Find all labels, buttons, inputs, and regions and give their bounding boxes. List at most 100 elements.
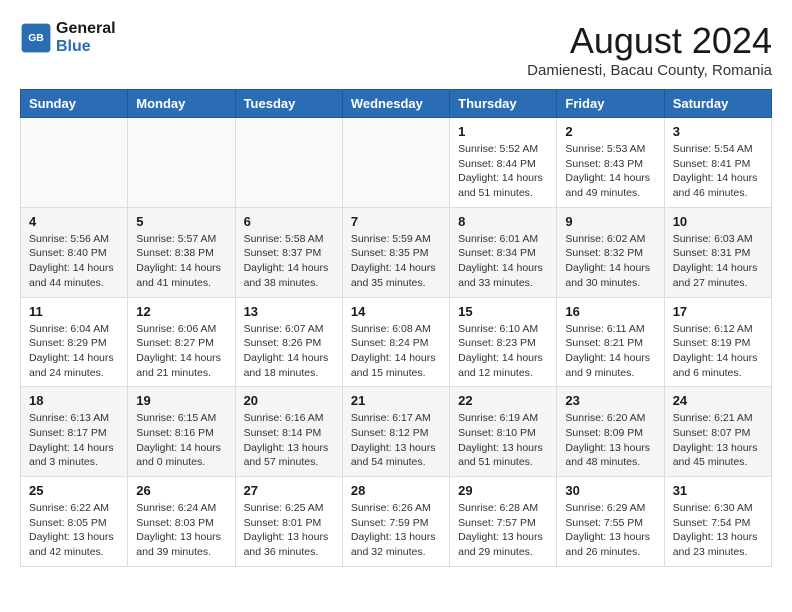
day-info: Sunrise: 6:16 AM Sunset: 8:14 PM Dayligh… [244, 411, 334, 470]
day-number: 20 [244, 393, 334, 408]
calendar-cell: 8Sunrise: 6:01 AM Sunset: 8:34 PM Daylig… [450, 207, 557, 297]
calendar-cell [21, 118, 128, 208]
day-info: Sunrise: 5:54 AM Sunset: 8:41 PM Dayligh… [673, 142, 763, 201]
calendar-cell: 13 Sunrise: 6:07 AM Sunset: 8:26 PM Dayli… [235, 297, 342, 387]
calendar-cell: 31 Sunrise: 6:30 AM Sunset: 7:54 PM Dayli… [664, 477, 771, 567]
day-number: 2 [565, 124, 655, 139]
day-info: Sunrise: 5:52 AM Sunset: 8:44 PM Dayligh… [458, 142, 548, 201]
day-number: 28 [351, 483, 441, 498]
day-info: Sunrise: 6:10 AM Sunset: 8:23 PM Dayligh… [458, 322, 548, 381]
header-tuesday: Tuesday [235, 90, 342, 118]
day-number: 12 [136, 304, 226, 319]
calendar-cell: 26Sunrise: 6:24 AM Sunset: 8:03 PM Dayli… [128, 477, 235, 567]
calendar-cell: 16 Sunrise: 6:11 AM Sunset: 8:21 PM Dayli… [557, 297, 664, 387]
day-number: 30 [565, 483, 655, 498]
day-info: Sunrise: 5:56 AM Sunset: 8:40 PM Dayligh… [29, 232, 119, 291]
calendar-cell: 23Sunrise: 6:20 AM Sunset: 8:09 PM Dayli… [557, 387, 664, 477]
calendar-week-0: 1 Sunrise: 5:52 AM Sunset: 8:44 PM Daylig… [21, 118, 772, 208]
calendar-cell: 2 Sunrise: 5:53 AM Sunset: 8:43 PM Daylig… [557, 118, 664, 208]
calendar-cell: 22 Sunrise: 6:19 AM Sunset: 8:10 PM Dayli… [450, 387, 557, 477]
calendar-cell: 17 Sunrise: 6:12 AM Sunset: 8:19 PM Dayli… [664, 297, 771, 387]
calendar-cell: 5Sunrise: 5:57 AM Sunset: 8:38 PM Daylig… [128, 207, 235, 297]
day-info: Sunrise: 6:30 AM Sunset: 7:54 PM Dayligh… [673, 501, 763, 560]
day-info: Sunrise: 6:19 AM Sunset: 8:10 PM Dayligh… [458, 411, 548, 470]
calendar-cell: 14 Sunrise: 6:08 AM Sunset: 8:24 PM Dayli… [342, 297, 449, 387]
calendar-cell [128, 118, 235, 208]
day-number: 10 [673, 214, 763, 229]
day-info: Sunrise: 6:13 AM Sunset: 8:17 PM Dayligh… [29, 411, 119, 470]
location: Damienesti, Bacau County, Romania [527, 62, 772, 79]
logo-text: General Blue [56, 20, 116, 56]
day-number: 17 [673, 304, 763, 319]
calendar-cell: 28Sunrise: 6:26 AM Sunset: 7:59 PM Dayli… [342, 477, 449, 567]
calendar-cell: 6 Sunrise: 5:58 AM Sunset: 8:37 PM Daylig… [235, 207, 342, 297]
title-block: August 2024 Damienesti, Bacau County, Ro… [527, 20, 772, 79]
calendar-week-4: 25 Sunrise: 6:22 AM Sunset: 8:05 PM Dayli… [21, 477, 772, 567]
header-sunday: Sunday [21, 90, 128, 118]
day-number: 8 [458, 214, 548, 229]
day-info: Sunrise: 6:12 AM Sunset: 8:19 PM Dayligh… [673, 322, 763, 381]
day-number: 18 [29, 393, 119, 408]
day-info: Sunrise: 6:29 AM Sunset: 7:55 PM Dayligh… [565, 501, 655, 560]
day-info: Sunrise: 6:15 AM Sunset: 8:16 PM Dayligh… [136, 411, 226, 470]
day-number: 1 [458, 124, 548, 139]
day-number: 29 [458, 483, 548, 498]
day-number: 11 [29, 304, 119, 319]
day-info: Sunrise: 5:53 AM Sunset: 8:43 PM Dayligh… [565, 142, 655, 201]
calendar-week-2: 11 Sunrise: 6:04 AM Sunset: 8:29 PM Dayli… [21, 297, 772, 387]
day-number: 6 [244, 214, 334, 229]
calendar-cell: 21Sunrise: 6:17 AM Sunset: 8:12 PM Dayli… [342, 387, 449, 477]
day-info: Sunrise: 5:59 AM Sunset: 8:35 PM Dayligh… [351, 232, 441, 291]
calendar-cell: 12 Sunrise: 6:06 AM Sunset: 8:27 PM Dayli… [128, 297, 235, 387]
day-number: 27 [244, 483, 334, 498]
calendar-cell: 18 Sunrise: 6:13 AM Sunset: 8:17 PM Dayli… [21, 387, 128, 477]
day-number: 14 [351, 304, 441, 319]
calendar-cell: 19 Sunrise: 6:15 AM Sunset: 8:16 PM Dayli… [128, 387, 235, 477]
logo-icon: GB [20, 22, 52, 54]
calendar-cell [235, 118, 342, 208]
header-friday: Friday [557, 90, 664, 118]
day-info: Sunrise: 6:04 AM Sunset: 8:29 PM Dayligh… [29, 322, 119, 381]
day-info: Sunrise: 6:07 AM Sunset: 8:26 PM Dayligh… [244, 322, 334, 381]
calendar-cell: 24Sunrise: 6:21 AM Sunset: 8:07 PM Dayli… [664, 387, 771, 477]
calendar-cell: 7 Sunrise: 5:59 AM Sunset: 8:35 PM Daylig… [342, 207, 449, 297]
calendar-cell: 30 Sunrise: 6:29 AM Sunset: 7:55 PM Dayli… [557, 477, 664, 567]
day-number: 31 [673, 483, 763, 498]
day-number: 19 [136, 393, 226, 408]
day-info: Sunrise: 6:11 AM Sunset: 8:21 PM Dayligh… [565, 322, 655, 381]
calendar-cell: 10Sunrise: 6:03 AM Sunset: 8:31 PM Dayli… [664, 207, 771, 297]
day-info: Sunrise: 5:58 AM Sunset: 8:37 PM Dayligh… [244, 232, 334, 291]
page-header: GB General Blue August 2024 Damienesti, … [20, 20, 772, 79]
calendar-cell: 29Sunrise: 6:28 AM Sunset: 7:57 PM Dayli… [450, 477, 557, 567]
day-info: Sunrise: 6:17 AM Sunset: 8:12 PM Dayligh… [351, 411, 441, 470]
calendar-week-1: 4 Sunrise: 5:56 AM Sunset: 8:40 PM Daylig… [21, 207, 772, 297]
calendar-cell: 3 Sunrise: 5:54 AM Sunset: 8:41 PM Daylig… [664, 118, 771, 208]
day-number: 23 [565, 393, 655, 408]
calendar-cell: 1 Sunrise: 5:52 AM Sunset: 8:44 PM Daylig… [450, 118, 557, 208]
day-info: Sunrise: 6:06 AM Sunset: 8:27 PM Dayligh… [136, 322, 226, 381]
day-number: 7 [351, 214, 441, 229]
day-info: Sunrise: 5:57 AM Sunset: 8:38 PM Dayligh… [136, 232, 226, 291]
calendar-cell [342, 118, 449, 208]
header-saturday: Saturday [664, 90, 771, 118]
calendar-cell: 9Sunrise: 6:02 AM Sunset: 8:32 PM Daylig… [557, 207, 664, 297]
day-number: 13 [244, 304, 334, 319]
day-number: 3 [673, 124, 763, 139]
logo: GB General Blue [20, 20, 116, 56]
calendar-table: Sunday Monday Tuesday Wednesday Thursday… [20, 89, 772, 567]
day-info: Sunrise: 6:02 AM Sunset: 8:32 PM Dayligh… [565, 232, 655, 291]
day-number: 16 [565, 304, 655, 319]
day-number: 24 [673, 393, 763, 408]
calendar-cell: 11 Sunrise: 6:04 AM Sunset: 8:29 PM Dayli… [21, 297, 128, 387]
day-number: 22 [458, 393, 548, 408]
day-number: 25 [29, 483, 119, 498]
day-info: Sunrise: 6:08 AM Sunset: 8:24 PM Dayligh… [351, 322, 441, 381]
day-number: 15 [458, 304, 548, 319]
day-number: 4 [29, 214, 119, 229]
day-number: 26 [136, 483, 226, 498]
day-info: Sunrise: 6:22 AM Sunset: 8:05 PM Dayligh… [29, 501, 119, 560]
calendar-week-3: 18 Sunrise: 6:13 AM Sunset: 8:17 PM Dayli… [21, 387, 772, 477]
header-wednesday: Wednesday [342, 90, 449, 118]
calendar-cell: 27Sunrise: 6:25 AM Sunset: 8:01 PM Dayli… [235, 477, 342, 567]
calendar-cell: 25 Sunrise: 6:22 AM Sunset: 8:05 PM Dayli… [21, 477, 128, 567]
